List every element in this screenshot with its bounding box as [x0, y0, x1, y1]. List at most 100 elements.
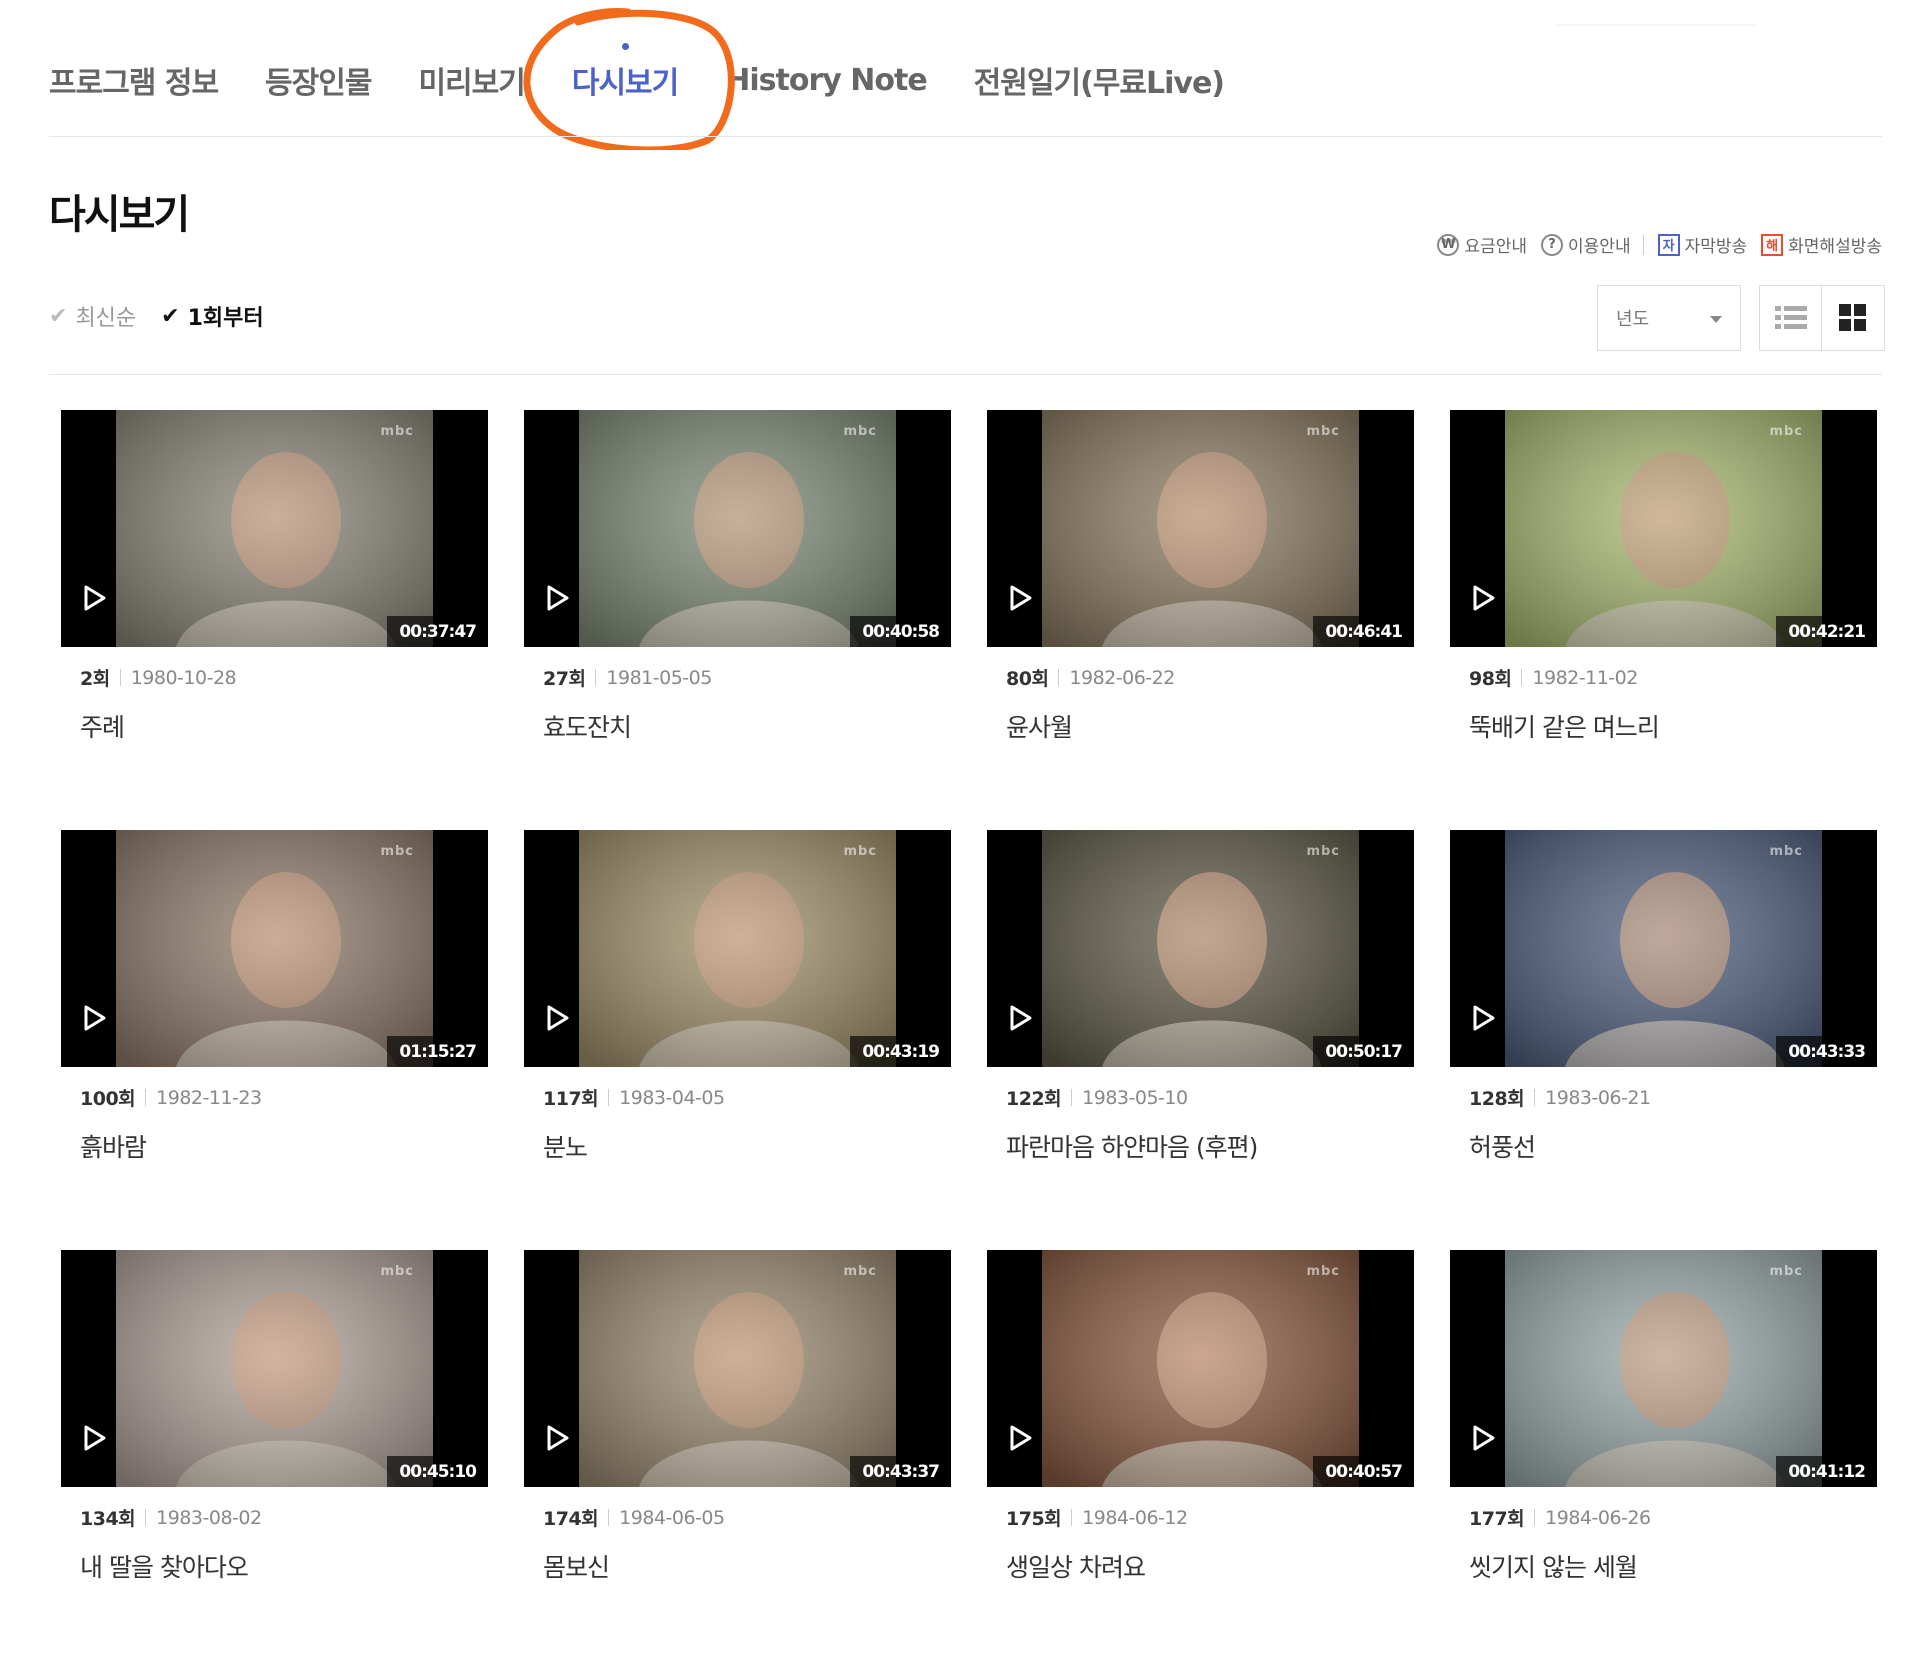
episode-meta: 27회 1981-05-05 — [543, 664, 951, 691]
air-date: 1984-06-05 — [619, 1506, 725, 1529]
episode-number: 98회 — [1469, 668, 1512, 690]
episode-thumbnail[interactable]: mbc 00:43:33 — [1450, 830, 1877, 1067]
list-view-button[interactable] — [1759, 285, 1822, 351]
episode-title[interactable]: 몸보신 — [543, 1548, 951, 1584]
usage-guide-label: 이용안내 — [1568, 237, 1631, 257]
thumbnail-frame — [116, 410, 433, 647]
channel-logo: mbc — [1769, 844, 1803, 859]
duration-badge: 00:45:10 — [387, 1456, 488, 1487]
episode-meta: 98회 1982-11-02 — [1469, 664, 1877, 691]
episode-thumbnail[interactable]: mbc 00:46:41 — [987, 410, 1414, 647]
episode-thumbnail[interactable]: mbc 01:15:27 — [61, 830, 488, 1067]
episode-thumbnail[interactable]: mbc 00:45:10 — [61, 1250, 488, 1487]
episode-card[interactable]: mbc 00:42:21 98회 1982-11-02 뚝배기 같은 며느리 — [1450, 410, 1877, 830]
duration-badge: 00:43:37 — [850, 1456, 951, 1487]
air-date: 1982-11-02 — [1532, 666, 1638, 689]
duration-badge: 00:46:41 — [1313, 616, 1414, 647]
duration-badge: 00:40:57 — [1313, 1456, 1414, 1487]
tab-live[interactable]: 전원일기(무료Live) — [974, 58, 1225, 102]
episode-card[interactable]: mbc 00:46:41 80회 1982-06-22 윤사월 — [987, 410, 1414, 830]
episode-card[interactable]: mbc 00:40:57 175회 1984-06-12 생일상 차려요 — [987, 1250, 1414, 1670]
air-date: 1982-06-22 — [1069, 666, 1175, 689]
thumbnail-frame — [1042, 830, 1359, 1067]
tab-program-info[interactable]: 프로그램 정보 — [49, 58, 219, 102]
episode-title[interactable]: 허풍선 — [1469, 1128, 1877, 1164]
subtitle-icon: 자 — [1657, 233, 1680, 256]
sort-latest[interactable]: ✔ 최신순 — [49, 300, 136, 332]
episode-card[interactable]: mbc 00:43:33 128회 1983-06-21 허풍선 — [1450, 830, 1877, 1250]
episode-grid: mbc 00:37:47 2회 1980-10-28 주례 mbc 00:40:… — [61, 410, 1877, 1670]
air-date: 1980-10-28 — [130, 666, 237, 689]
episode-title[interactable]: 윤사월 — [1006, 708, 1414, 744]
duration-badge: 00:50:17 — [1313, 1036, 1414, 1067]
won-icon: ₩ — [1437, 233, 1460, 256]
channel-logo: mbc — [1306, 844, 1340, 859]
subtitle-broadcast-link[interactable]: 자 자막방송 — [1657, 232, 1747, 257]
tab-preview[interactable]: 미리보기 — [418, 58, 525, 102]
duration-badge: 00:41:12 — [1776, 1456, 1877, 1487]
meta-separator — [145, 1509, 147, 1526]
episode-title[interactable]: 생일상 차려요 — [1006, 1548, 1414, 1584]
episode-meta: 128회 1983-06-21 — [1469, 1084, 1877, 1111]
tab-divider — [49, 136, 1882, 137]
episode-title[interactable]: 주례 — [80, 708, 488, 744]
audio-description-link[interactable]: 해 화면해설방송 — [1761, 232, 1882, 257]
episode-meta: 134회 1983-08-02 — [80, 1504, 488, 1531]
thumbnail-frame — [116, 1250, 433, 1487]
episode-card[interactable]: mbc 00:43:19 117회 1983-04-05 분노 — [524, 830, 951, 1250]
episode-card[interactable]: mbc 00:40:58 27회 1981-05-05 효도잔치 — [524, 410, 951, 830]
episode-card[interactable]: mbc 01:15:27 100회 1982-11-23 흙바람 — [61, 830, 488, 1250]
thumbnail-frame — [1042, 410, 1359, 647]
caret-down-icon — [1710, 316, 1722, 323]
episode-meta: 174회 1984-06-05 — [543, 1504, 951, 1531]
tab-characters[interactable]: 등장인물 — [265, 58, 372, 102]
episode-number: 80회 — [1006, 668, 1049, 690]
episode-thumbnail[interactable]: mbc 00:40:58 — [524, 410, 951, 647]
episode-thumbnail[interactable]: mbc 00:42:21 — [1450, 410, 1877, 647]
episode-number: 117회 — [543, 1088, 599, 1110]
thumbnail-frame — [116, 830, 433, 1067]
episode-title[interactable]: 내 딸을 찾아다오 — [80, 1548, 488, 1584]
episode-thumbnail[interactable]: mbc 00:43:19 — [524, 830, 951, 1067]
episode-meta: 177회 1984-06-26 — [1469, 1504, 1877, 1531]
meta-separator — [145, 1089, 147, 1106]
episode-number: 128회 — [1469, 1088, 1525, 1110]
year-select[interactable]: 년도 — [1597, 285, 1741, 351]
duration-badge: 00:40:58 — [850, 616, 951, 647]
audio-description-icon: 해 — [1761, 233, 1784, 256]
channel-logo: mbc — [1769, 424, 1803, 439]
episode-card[interactable]: mbc 00:37:47 2회 1980-10-28 주례 — [61, 410, 488, 830]
grid-view-button[interactable] — [1822, 285, 1885, 351]
meta-separator — [1071, 1089, 1073, 1106]
episode-title[interactable]: 분노 — [543, 1128, 951, 1164]
episode-card[interactable]: mbc 00:41:12 177회 1984-06-26 씻기지 않는 세월 — [1450, 1250, 1877, 1670]
sort-divider — [49, 374, 1882, 375]
page-title: 다시보기 — [49, 192, 190, 238]
episode-title[interactable]: 흙바람 — [80, 1128, 488, 1164]
episode-thumbnail[interactable]: mbc 00:37:47 — [61, 410, 488, 647]
usage-guide-link[interactable]: ? 이용안내 — [1541, 232, 1631, 257]
meta-separator — [595, 669, 597, 686]
episode-card[interactable]: mbc 00:45:10 134회 1983-08-02 내 딸을 찾아다오 — [61, 1250, 488, 1670]
sort-from-first[interactable]: ✔ 1회부터 — [161, 300, 263, 332]
channel-logo: mbc — [1306, 424, 1340, 439]
air-date: 1982-11-23 — [156, 1086, 262, 1109]
episode-thumbnail[interactable]: mbc 00:41:12 — [1450, 1250, 1877, 1487]
fee-guide-link[interactable]: ₩ 요금안내 — [1437, 232, 1527, 257]
episode-title[interactable]: 파란마음 하얀마음 (후편) — [1006, 1128, 1414, 1164]
episode-thumbnail[interactable]: mbc 00:40:57 — [987, 1250, 1414, 1487]
episode-title[interactable]: 뚝배기 같은 며느리 — [1469, 708, 1877, 744]
duration-badge: 00:43:33 — [1776, 1036, 1877, 1067]
tab-history-note[interactable]: History Note — [725, 63, 927, 98]
check-icon: ✔ — [49, 303, 68, 329]
episode-card[interactable]: mbc 00:43:37 174회 1984-06-05 몸보신 — [524, 1250, 951, 1670]
episode-title[interactable]: 효도잔치 — [543, 708, 951, 744]
episode-meta: 100회 1982-11-23 — [80, 1084, 488, 1111]
episode-thumbnail[interactable]: mbc 00:43:37 — [524, 1250, 951, 1487]
top-divider — [1555, 24, 1755, 26]
episode-thumbnail[interactable]: mbc 00:50:17 — [987, 830, 1414, 1067]
episode-card[interactable]: mbc 00:50:17 122회 1983-05-10 파란마음 하얀마음 (… — [987, 830, 1414, 1250]
duration-badge: 00:43:19 — [850, 1036, 951, 1067]
episode-title[interactable]: 씻기지 않는 세월 — [1469, 1548, 1877, 1584]
episode-meta: 122회 1983-05-10 — [1006, 1084, 1414, 1111]
